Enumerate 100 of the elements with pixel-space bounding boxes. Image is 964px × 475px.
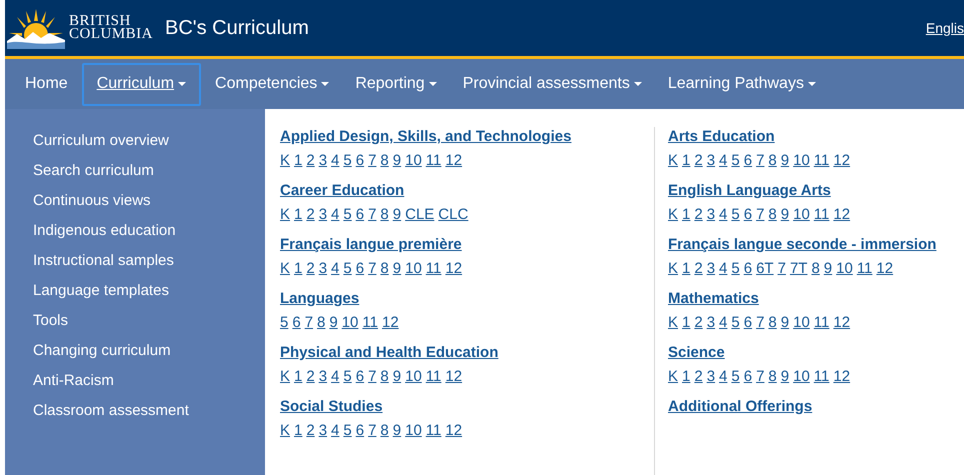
- grade-link[interactable]: 7: [756, 313, 764, 333]
- grade-link[interactable]: 11: [814, 205, 830, 225]
- grade-link[interactable]: 12: [445, 259, 462, 279]
- nav-menu-item[interactable]: Learning Pathways: [656, 62, 828, 106]
- grade-link[interactable]: 3: [706, 259, 716, 279]
- grade-link[interactable]: 9: [780, 151, 790, 171]
- grade-link[interactable]: 7: [778, 259, 786, 279]
- grade-link[interactable]: 1: [294, 151, 302, 171]
- grade-link[interactable]: 10: [793, 313, 810, 333]
- grade-link[interactable]: 7: [368, 367, 376, 387]
- grade-link[interactable]: 4: [719, 151, 728, 171]
- dropdown-menu-link[interactable]: Classroom assessment: [33, 401, 189, 421]
- grade-link[interactable]: 12: [833, 151, 850, 171]
- subject-link[interactable]: Additional Offerings: [668, 397, 812, 417]
- grade-link[interactable]: 3: [318, 205, 328, 225]
- grade-link[interactable]: 4: [331, 205, 340, 225]
- grade-link[interactable]: 2: [694, 313, 703, 333]
- grade-link[interactable]: K: [280, 259, 290, 279]
- grade-link[interactable]: 6: [744, 259, 752, 279]
- grade-link[interactable]: 2: [306, 259, 315, 279]
- grade-link[interactable]: 2: [306, 205, 315, 225]
- grade-link[interactable]: 9: [329, 313, 338, 333]
- grade-link[interactable]: 11: [814, 367, 830, 387]
- grade-link[interactable]: 7: [756, 151, 764, 171]
- grade-link[interactable]: 12: [445, 367, 462, 387]
- grade-link[interactable]: 5: [731, 367, 740, 387]
- grade-link[interactable]: 10: [405, 259, 422, 279]
- grade-link[interactable]: 9: [780, 313, 790, 333]
- grade-link[interactable]: 8: [380, 367, 389, 387]
- grade-link[interactable]: 12: [445, 151, 462, 171]
- grade-link[interactable]: 6: [292, 313, 301, 333]
- grade-link[interactable]: 11: [814, 313, 830, 333]
- grade-link[interactable]: 11: [362, 313, 378, 333]
- grade-link[interactable]: 10: [836, 259, 853, 279]
- grade-link[interactable]: 4: [331, 151, 340, 171]
- grade-link[interactable]: 12: [445, 421, 462, 441]
- subject-link[interactable]: Career Education: [280, 181, 404, 201]
- grade-link[interactable]: 4: [331, 259, 340, 279]
- grade-link[interactable]: 3: [318, 259, 328, 279]
- grade-link[interactable]: K: [280, 367, 290, 387]
- grade-link[interactable]: 2: [694, 205, 703, 225]
- grade-link[interactable]: 7: [304, 313, 314, 333]
- subject-link[interactable]: Arts Education: [668, 127, 775, 147]
- grade-link[interactable]: 9: [780, 367, 790, 387]
- grade-link[interactable]: 9: [392, 421, 402, 441]
- grade-link[interactable]: 6: [356, 259, 364, 279]
- dropdown-menu-link[interactable]: Anti-Racism: [33, 371, 114, 391]
- grade-link[interactable]: 9: [392, 151, 402, 171]
- grade-link[interactable]: 5: [343, 205, 352, 225]
- grade-link[interactable]: K: [280, 205, 290, 225]
- grade-link[interactable]: 7: [368, 151, 376, 171]
- grade-link[interactable]: CLC: [438, 205, 468, 225]
- grade-link[interactable]: K: [668, 259, 678, 279]
- grade-link[interactable]: 7: [368, 205, 376, 225]
- grade-link[interactable]: K: [668, 151, 678, 171]
- nav-menu-item[interactable]: Home: [13, 62, 80, 106]
- dropdown-menu-link[interactable]: Tools: [33, 311, 68, 331]
- grade-link[interactable]: K: [668, 313, 678, 333]
- grade-link[interactable]: 1: [294, 205, 302, 225]
- grade-link[interactable]: 2: [694, 259, 703, 279]
- grade-link[interactable]: 8: [380, 421, 389, 441]
- grade-link[interactable]: 9: [392, 259, 402, 279]
- grade-link[interactable]: 5: [343, 421, 352, 441]
- dropdown-menu-link[interactable]: Instructional samples: [33, 251, 174, 271]
- grade-link[interactable]: 6: [744, 205, 752, 225]
- grade-link[interactable]: 2: [306, 151, 315, 171]
- grade-link[interactable]: 10: [405, 151, 422, 171]
- grade-link[interactable]: 5: [343, 367, 352, 387]
- grade-link[interactable]: 10: [793, 151, 810, 171]
- dropdown-menu-link[interactable]: Curriculum overview: [33, 131, 169, 151]
- grade-link[interactable]: 6: [356, 367, 364, 387]
- grade-link[interactable]: 8: [768, 313, 777, 333]
- grade-link[interactable]: 5: [343, 259, 352, 279]
- grade-link[interactable]: 10: [793, 205, 810, 225]
- grade-link[interactable]: 9: [780, 205, 790, 225]
- subject-link[interactable]: Applied Design, Skills, and Technologies: [280, 127, 572, 147]
- grade-link[interactable]: 8: [811, 259, 820, 279]
- grade-link[interactable]: 4: [719, 259, 728, 279]
- grade-link[interactable]: 3: [706, 313, 716, 333]
- grade-link[interactable]: CLE: [405, 205, 434, 225]
- grade-link[interactable]: 1: [294, 367, 302, 387]
- grade-link[interactable]: 7: [368, 259, 376, 279]
- grade-link[interactable]: 9: [392, 367, 402, 387]
- grade-link[interactable]: 8: [317, 313, 326, 333]
- grade-link[interactable]: 5: [343, 151, 352, 171]
- nav-menu-item[interactable]: Curriculum: [82, 62, 202, 106]
- grade-link[interactable]: 8: [380, 151, 389, 171]
- grade-link[interactable]: 10: [405, 367, 422, 387]
- grade-link[interactable]: 1: [682, 259, 690, 279]
- grade-link[interactable]: 6T: [756, 259, 774, 279]
- grade-link[interactable]: 10: [793, 367, 810, 387]
- grade-link[interactable]: 1: [682, 313, 690, 333]
- grade-link[interactable]: 3: [706, 205, 716, 225]
- dropdown-menu-link[interactable]: Continuous views: [33, 191, 151, 211]
- grade-link[interactable]: 2: [694, 151, 703, 171]
- grade-link[interactable]: 4: [331, 367, 340, 387]
- grade-link[interactable]: 1: [682, 367, 690, 387]
- grade-link[interactable]: 4: [719, 367, 728, 387]
- grade-link[interactable]: 7T: [790, 259, 808, 279]
- grade-link[interactable]: 6: [356, 205, 364, 225]
